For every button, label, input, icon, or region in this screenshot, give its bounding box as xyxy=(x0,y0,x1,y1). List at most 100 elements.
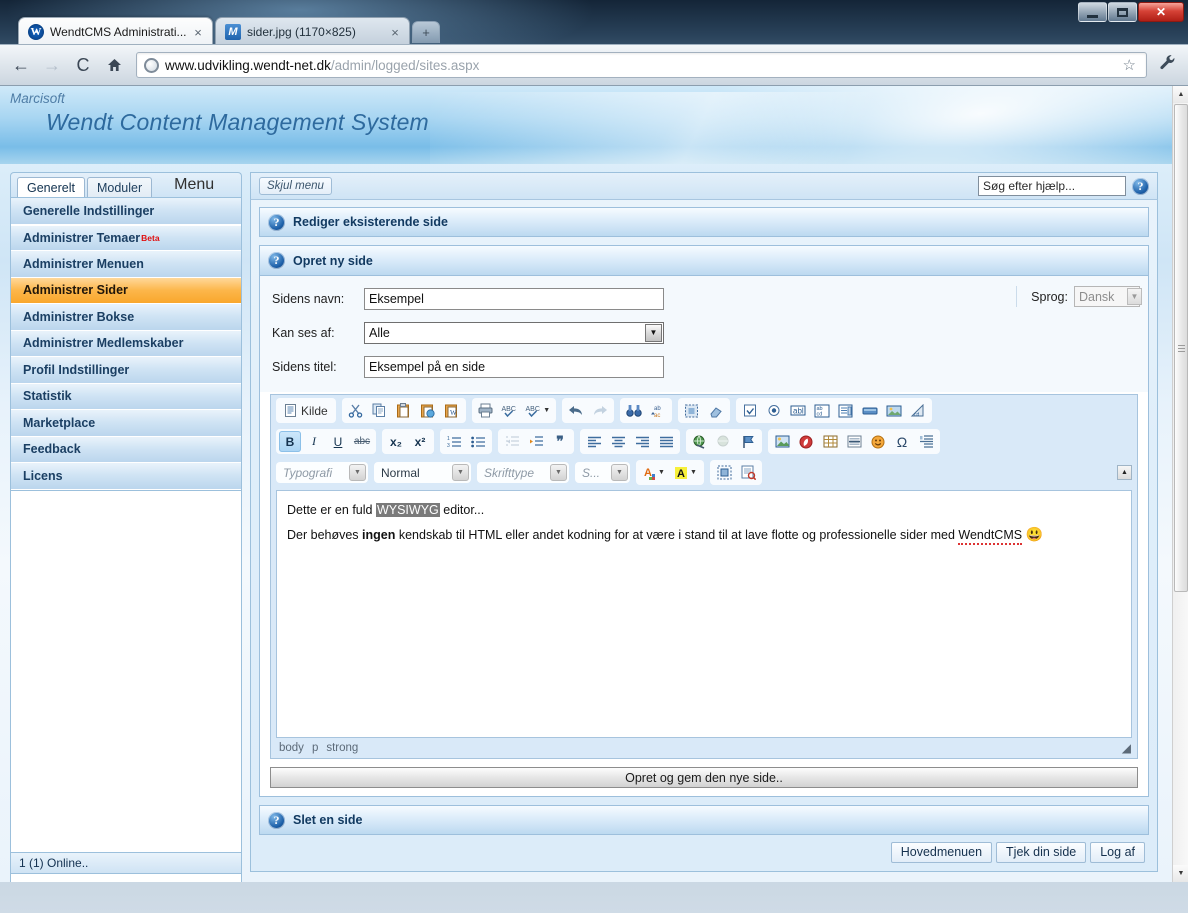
tab-close-icon[interactable]: × xyxy=(190,24,206,40)
replace-icon[interactable]: ab ac xyxy=(647,400,669,421)
sidebar-item-administrer-bokse[interactable]: Administrer Bokse xyxy=(11,304,241,331)
path-item-body[interactable]: body xyxy=(279,742,304,754)
align-center-icon[interactable] xyxy=(607,431,629,452)
page-title-input[interactable]: Eksempel på en side xyxy=(364,356,664,378)
reload-icon[interactable]: C xyxy=(70,52,96,78)
home-icon[interactable] xyxy=(101,52,127,78)
button-field-icon[interactable] xyxy=(859,400,881,421)
minimize-button[interactable] xyxy=(1078,2,1107,22)
horizontal-rule-icon[interactable] xyxy=(843,431,865,452)
select-all-icon[interactable] xyxy=(681,400,703,421)
styles-select[interactable]: Typografi ▼ xyxy=(276,462,368,483)
fontsize-select[interactable]: S... ▼ xyxy=(575,462,630,483)
image-icon[interactable] xyxy=(771,431,793,452)
sidebar-tab-generelt[interactable]: Generelt xyxy=(17,177,85,197)
panel-header-opret-ny-side[interactable]: ? Opret ny side xyxy=(260,246,1148,276)
spellcheck-icon[interactable]: ABC xyxy=(499,400,521,421)
align-justify-icon[interactable] xyxy=(655,431,677,452)
paste-text-icon[interactable] xyxy=(417,400,439,421)
hide-menu-button[interactable]: Skjul menu xyxy=(259,177,332,195)
underline-icon[interactable]: U xyxy=(327,431,349,452)
subscript-icon[interactable]: x₂ xyxy=(385,431,407,452)
sidebar-item-administrer-sider[interactable]: Administrer Sider xyxy=(11,277,241,304)
sidebar-item-marketplace[interactable]: Marketplace xyxy=(11,410,241,437)
wrench-menu-icon[interactable] xyxy=(1154,54,1180,76)
sidebar-item-profil-indstillinger[interactable]: Profil Indstillinger xyxy=(11,357,241,384)
smiley-icon[interactable] xyxy=(867,431,889,452)
textarea-icon[interactable]: ab cd xyxy=(811,400,833,421)
hidden-field-icon[interactable]: cd xyxy=(907,400,929,421)
select-field-icon[interactable] xyxy=(835,400,857,421)
panel-header-slet-en-side[interactable]: ? Slet en side xyxy=(259,805,1149,835)
background-color-icon[interactable]: A ▼ xyxy=(671,462,701,483)
address-bar[interactable]: www.udvikling.wendt-net.dk/admin/logged/… xyxy=(136,52,1147,78)
copy-icon[interactable] xyxy=(369,400,391,421)
panel-header-rediger-eksisterende-side[interactable]: ? Rediger eksisterende side xyxy=(259,207,1149,237)
editor-content-area[interactable]: Dette er en fuld WYSIWYG editor... Der b… xyxy=(276,490,1132,738)
save-new-page-button[interactable]: Opret og gem den nye side.. xyxy=(270,767,1138,788)
radio-field-icon[interactable] xyxy=(763,400,785,421)
special-char-icon[interactable]: Ω xyxy=(891,431,913,452)
browser-tab-inactive[interactable]: sider.jpg (1170×825) × xyxy=(215,17,410,46)
path-item-strong[interactable]: strong xyxy=(326,742,358,754)
redo-icon[interactable] xyxy=(589,400,611,421)
sidebar-item-feedback[interactable]: Feedback xyxy=(11,436,241,463)
paste-icon[interactable] xyxy=(393,400,415,421)
maximize-button[interactable] xyxy=(1108,2,1137,22)
visibility-select[interactable]: Alle ▼ xyxy=(364,322,664,344)
help-search-input[interactable]: Søg efter hjælp... xyxy=(978,176,1126,196)
image-button-icon[interactable] xyxy=(883,400,905,421)
align-left-icon[interactable] xyxy=(583,431,605,452)
sidebar-item-statistik[interactable]: Statistik xyxy=(11,383,241,410)
scroll-up-icon[interactable]: ▲ xyxy=(1173,86,1188,103)
find-icon[interactable] xyxy=(623,400,645,421)
anchor-icon[interactable] xyxy=(737,431,759,452)
scroll-down-icon[interactable]: ▼ xyxy=(1173,865,1188,882)
hovedmenuen-button[interactable]: Hovedmenuen xyxy=(890,841,993,863)
flash-icon[interactable] xyxy=(795,431,817,452)
undo-icon[interactable] xyxy=(565,400,587,421)
back-icon[interactable]: ← xyxy=(8,52,34,78)
bold-icon[interactable]: B xyxy=(279,431,301,452)
italic-icon[interactable]: I xyxy=(303,431,325,452)
superscript-icon[interactable]: x² xyxy=(409,431,431,452)
tab-close-icon[interactable]: × xyxy=(387,24,403,40)
log-af-button[interactable]: Log af xyxy=(1090,841,1145,863)
help-question-icon[interactable]: ? xyxy=(1132,177,1149,195)
blockquote-icon[interactable]: ❞ xyxy=(549,431,571,452)
table-icon[interactable] xyxy=(819,431,841,452)
sidebar-tab-moduler[interactable]: Moduler xyxy=(86,177,153,197)
browser-tab-active[interactable]: WendtCMS Administrati... × xyxy=(18,17,213,46)
templates-icon[interactable] xyxy=(737,462,759,483)
text-field-icon[interactable]: abl xyxy=(787,400,809,421)
link-icon[interactable] xyxy=(689,431,711,452)
numbered-list-icon[interactable]: 13 xyxy=(443,431,465,452)
page-break-icon[interactable] xyxy=(915,431,937,452)
sidebar-item-administrer-medlemskaber[interactable]: Administrer Medlemskaber xyxy=(11,330,241,357)
print-icon[interactable] xyxy=(475,400,497,421)
path-item-p[interactable]: p xyxy=(312,742,318,754)
page-scrollbar[interactable]: ▲ ▼ xyxy=(1172,86,1188,882)
source-button[interactable]: Kilde xyxy=(279,400,333,421)
indent-icon[interactable] xyxy=(525,431,547,452)
text-color-icon[interactable]: A ▼ xyxy=(639,462,669,483)
editor-resize-grip[interactable]: ◢ xyxy=(1122,741,1131,755)
help-question-icon[interactable]: ? xyxy=(268,213,285,231)
sidebar-item-administrer-temaer[interactable]: Administrer Temaer Beta xyxy=(11,224,241,251)
help-question-icon[interactable]: ? xyxy=(268,252,285,269)
align-right-icon[interactable] xyxy=(631,431,653,452)
format-select[interactable]: Normal ▼ xyxy=(374,462,471,483)
bookmark-star-icon[interactable]: ☆ xyxy=(1117,56,1142,74)
remove-format-icon[interactable] xyxy=(705,400,727,421)
checkbox-field-icon[interactable] xyxy=(739,400,761,421)
close-button[interactable]: ✕ xyxy=(1138,2,1184,22)
help-question-icon[interactable]: ? xyxy=(268,811,285,829)
font-select[interactable]: Skrifttype ▼ xyxy=(477,462,569,483)
cut-icon[interactable] xyxy=(345,400,367,421)
sidebar-item-licens[interactable]: Licens xyxy=(11,463,241,490)
new-tab-button[interactable]: + xyxy=(412,21,440,43)
sidebar-item-generelle-indstillinger[interactable]: Generelle Indstillinger xyxy=(11,198,241,225)
spellcheck-options-icon[interactable]: ABC ▼ xyxy=(523,400,553,421)
bulleted-list-icon[interactable] xyxy=(467,431,489,452)
toolbar-collapse-button[interactable]: ▲ xyxy=(1117,465,1132,480)
